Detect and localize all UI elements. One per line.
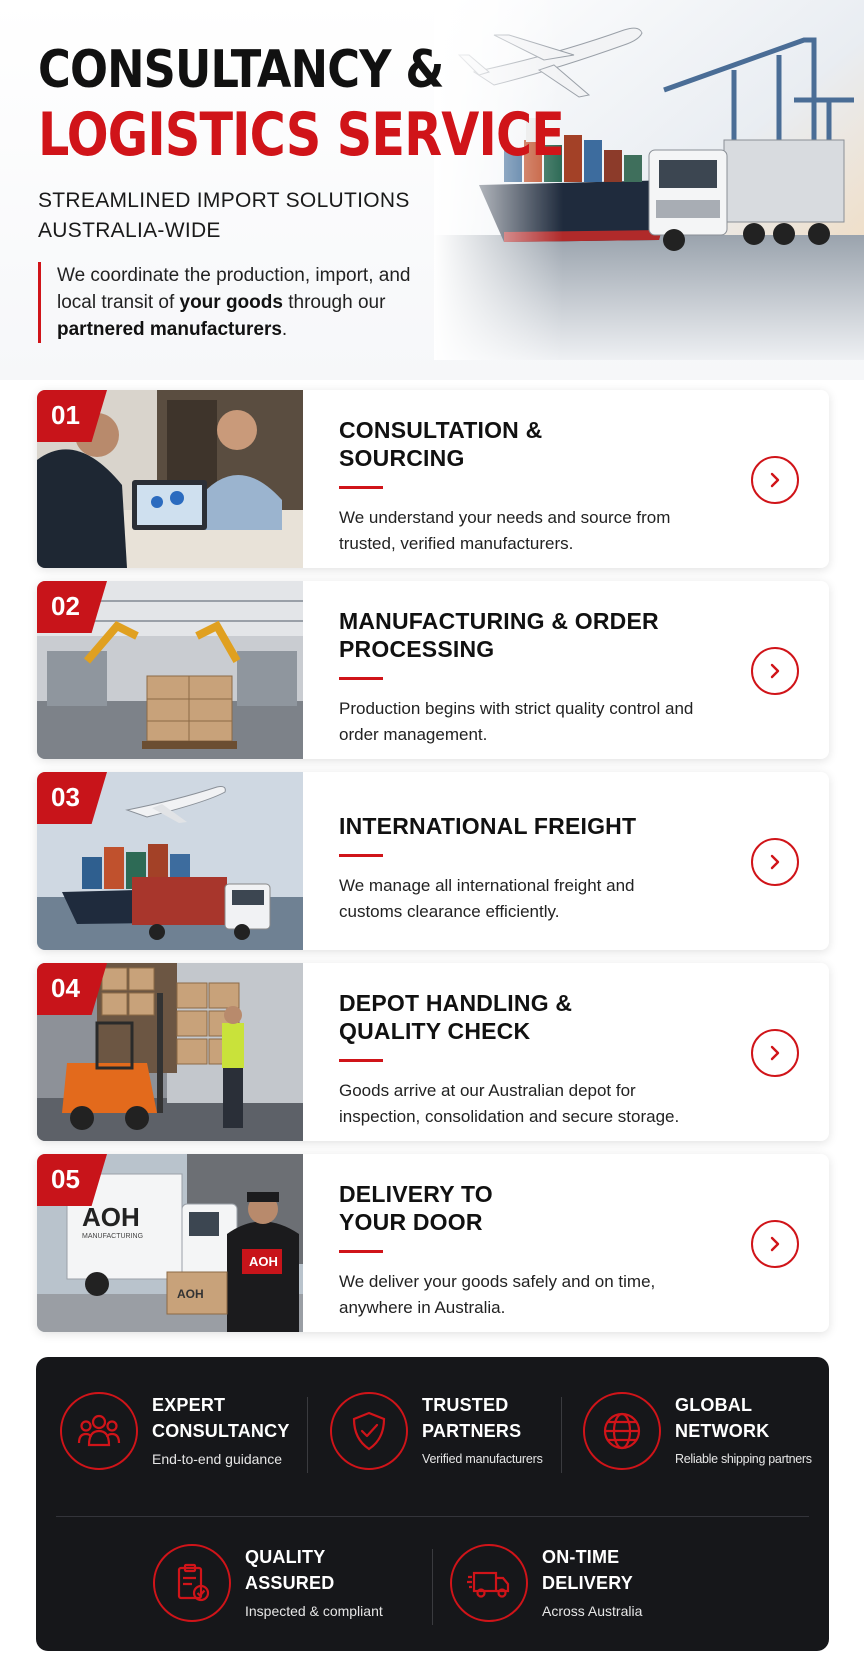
step-arrow-button[interactable] [751,838,799,886]
step-arrow-button[interactable] [751,647,799,695]
features-row-divider [56,1516,809,1517]
title-underline [339,1250,383,1253]
feature-text: EXPERT CONSULTANCY End-to-end guidance [152,1392,290,1470]
intro-text-3: . [281,319,288,340]
step-card-freight[interactable]: 03 INTERNATIONAL FREIGHT We manage all i… [37,772,829,950]
feature-text: ON-TIME DELIVERY Across Australia [542,1544,642,1622]
truck-brand-text: AOH [82,1202,140,1232]
step-content: CONSULTATION & SOURCING We understand yo… [303,390,829,568]
feature-title-line2: ASSURED [245,1573,335,1593]
step-title: CONSULTATION & SOURCING [339,417,543,471]
step-photo-consultation: 01 [37,390,303,568]
chevron-right-icon [770,1236,780,1252]
shirt-brand-text: AOH [249,1254,278,1269]
feature-title-line2: PARTNERS [422,1421,522,1441]
intro-bold-manufacturers: partnered manufacturers [57,319,282,340]
feature-subtitle: End-to-end guidance [152,1451,282,1467]
feature-divider [432,1549,433,1625]
feature-subtitle: Across Australia [542,1603,643,1619]
step-content: DEPOT HANDLING & QUALITY CHECK Goods arr… [303,963,829,1141]
step-title: DELIVERY TO YOUR DOOR [339,1181,493,1235]
feature-title-line1: TRUSTED [422,1395,509,1415]
step-content: INTERNATIONAL FREIGHT We manage all inte… [303,772,829,950]
step-arrow-button[interactable] [751,1220,799,1268]
feature-trusted-partners: TRUSTED PARTNERS Verified manufacturers [330,1392,543,1470]
step-title: DEPOT HANDLING & QUALITY CHECK [339,990,573,1044]
clipboard-check-icon [153,1544,231,1622]
box-brand-text: AOH [177,1287,204,1301]
step-photo-factory: 02 [37,581,303,759]
feature-text: TRUSTED PARTNERS Verified manufacturers [422,1392,543,1470]
hero-title-line1: CONSULTANCY & [38,40,444,100]
hero-subtitle: STREAMLINED IMPORT SOLUTIONS AUSTRALIA-W… [38,189,410,242]
feature-text: QUALITY ASSURED Inspected & compliant [245,1544,383,1622]
hero-title-line2: LOGISTICS SERVICE [38,100,565,170]
features-panel: EXPERT CONSULTANCY End-to-end guidance T… [36,1357,829,1651]
step-card-manufacturing[interactable]: 02 MANUFACTURING & ORDER PROCESSING Prod… [37,581,829,759]
step-description: We deliver your goods safely and on time… [339,1272,656,1317]
process-steps: 01 CONSULTATION & SOURCING We understand… [37,390,829,1345]
step-photo-depot: 04 [37,963,303,1141]
feature-title-line1: QUALITY [245,1547,326,1567]
chevron-right-icon [770,1045,780,1061]
feature-expert-consultancy: EXPERT CONSULTANCY End-to-end guidance [60,1392,290,1470]
step-arrow-button[interactable] [751,1029,799,1077]
step-arrow-button[interactable] [751,456,799,504]
hero-heading: CONSULTANCY & LOGISTICS SERVICE STREAMLI… [38,40,565,246]
step-photo-freight: 03 [37,772,303,950]
globe-icon [583,1392,661,1470]
step-description: We understand your needs and source from… [339,508,671,553]
step-description: Goods arrive at our Australian depot for… [339,1081,680,1126]
truck-brand-subtext: MANUFACTURING [82,1233,143,1240]
feature-on-time-delivery: ON-TIME DELIVERY Across Australia [450,1544,642,1622]
feature-title-line1: EXPERT [152,1395,226,1415]
feature-quality-assured: QUALITY ASSURED Inspected & compliant [153,1544,383,1622]
chevron-right-icon [770,854,780,870]
truck-icon [450,1544,528,1622]
title-underline [339,854,383,857]
step-card-consultation[interactable]: 01 CONSULTATION & SOURCING We understand… [37,390,829,568]
feature-subtitle: Verified manufacturers [422,1452,543,1466]
feature-title-line2: NETWORK [675,1421,770,1441]
step-card-delivery[interactable]: AOH MANUFACTURING AOH AOH 05 DELIVERY TO… [37,1154,829,1332]
step-title: MANUFACTURING & ORDER PROCESSING [339,608,659,662]
step-description: We manage all international freight and … [339,876,635,921]
feature-title-line1: GLOBAL [675,1395,753,1415]
feature-subtitle: Inspected & compliant [245,1603,383,1619]
shield-check-icon [330,1392,408,1470]
feature-subtitle: Reliable shipping partners [675,1452,812,1466]
people-icon [60,1392,138,1470]
step-title: INTERNATIONAL FREIGHT [339,813,637,839]
title-underline [339,1059,383,1062]
feature-title-line2: CONSULTANCY [152,1421,290,1441]
step-description: Production begins with strict quality co… [339,699,694,744]
hero-intro: We coordinate the production, import, an… [38,262,438,343]
chevron-right-icon [770,472,780,488]
title-underline [339,677,383,680]
feature-title-line2: DELIVERY [542,1573,633,1593]
step-content: DELIVERY TO YOUR DOOR We deliver your go… [303,1154,829,1332]
step-content: MANUFACTURING & ORDER PROCESSING Product… [303,581,829,759]
intro-bold-goods: your goods [179,292,283,313]
feature-global-network: GLOBAL NETWORK Reliable shipping partner… [583,1392,812,1470]
intro-text-2: through our [282,292,386,313]
title-underline [339,486,383,489]
chevron-right-icon [770,663,780,679]
feature-divider [307,1397,308,1473]
step-card-depot[interactable]: 04 DEPOT HANDLING & QUALITY CHECK Goods … [37,963,829,1141]
feature-title-line1: ON-TIME [542,1547,620,1567]
feature-text: GLOBAL NETWORK Reliable shipping partner… [675,1392,812,1470]
hero-section: CONSULTANCY & LOGISTICS SERVICE STREAMLI… [0,0,864,380]
step-photo-delivery: AOH MANUFACTURING AOH AOH 05 [37,1154,303,1332]
feature-divider [561,1397,562,1473]
